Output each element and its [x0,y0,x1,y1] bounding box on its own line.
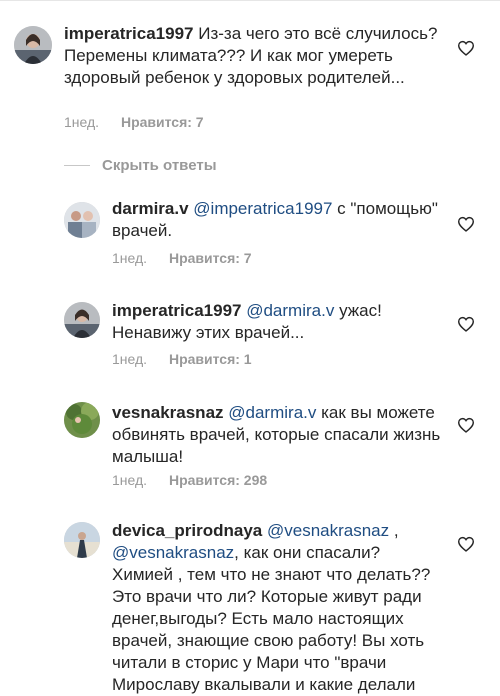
comment-text: , [393,521,399,540]
comment-likes[interactable]: Нравится: 298 [169,472,267,488]
comment-meta: 1нед. Нравится: 7 [112,250,252,266]
like-heart-icon[interactable] [457,417,475,433]
reply-item: darmira.v @imperatrica1997 с "помощью" в… [0,190,500,280]
comment-mention[interactable]: @darmira.v [246,301,334,320]
comment-time: 1нед. [64,114,100,130]
hide-replies-line [64,164,90,166]
avatar[interactable] [64,522,100,558]
like-heart-icon[interactable] [457,40,475,56]
comment-text: , как они спасали? Химией , тем что не з… [112,543,431,694]
avatar[interactable] [64,202,100,238]
comment-mention[interactable]: @vesnakrasnaz [267,521,389,540]
comment-likes[interactable]: Нравится: 7 [121,114,204,130]
comment-username[interactable]: devica_prirodnaya [112,521,262,540]
comment-likes[interactable]: Нравится: 1 [169,351,252,367]
comment-item: imperatrica1997 Из-за чего это всё случи… [0,0,500,150]
comment-meta: 1нед. Нравится: 298 [112,472,267,488]
like-heart-icon[interactable] [457,216,475,232]
comment-body: imperatrica1997 Из-за чего это всё случи… [64,23,454,89]
comment-time: 1нед. [112,472,148,488]
comment-meta: 1нед. Нравится: 7 [64,114,204,130]
reply-item: devica_prirodnaya @vesnakrasnaz , @vesna… [0,512,500,694]
hide-replies-label: Скрыть ответы [102,156,217,174]
hide-replies-button[interactable]: Скрыть ответы [64,154,217,176]
comment-body: vesnakrasnaz @darmira.v как вы можете об… [112,402,442,468]
comment-username[interactable]: imperatrica1997 [64,24,193,43]
comment-meta: 1нед. Нравится: 1 [112,351,252,367]
comment-body: imperatrica1997 @darmira.v ужас! Ненавиж… [112,300,442,344]
comment-body: devica_prirodnaya @vesnakrasnaz , @vesna… [112,520,442,696]
comment-mention[interactable]: @darmira.v [228,403,316,422]
comment-username[interactable]: darmira.v [112,199,189,218]
avatar[interactable] [64,402,100,438]
like-heart-icon[interactable] [457,536,475,552]
comment-username[interactable]: vesnakrasnaz [112,403,224,422]
comment-likes[interactable]: Нравится: 7 [169,250,252,266]
reply-item: vesnakrasnaz @darmira.v как вы можете об… [0,392,500,502]
comment-mention[interactable]: @imperatrica1997 [193,199,332,218]
avatar[interactable] [14,26,52,64]
comment-body: darmira.v @imperatrica1997 с "помощью" в… [112,198,442,242]
avatar[interactable] [64,302,100,338]
comment-mention[interactable]: @vesnakrasnaz [112,543,234,562]
comment-time: 1нед. [112,351,148,367]
comment-time: 1нед. [112,250,148,266]
comment-username[interactable]: imperatrica1997 [112,301,241,320]
like-heart-icon[interactable] [457,316,475,332]
reply-item: imperatrica1997 @darmira.v ужас! Ненавиж… [0,290,500,380]
